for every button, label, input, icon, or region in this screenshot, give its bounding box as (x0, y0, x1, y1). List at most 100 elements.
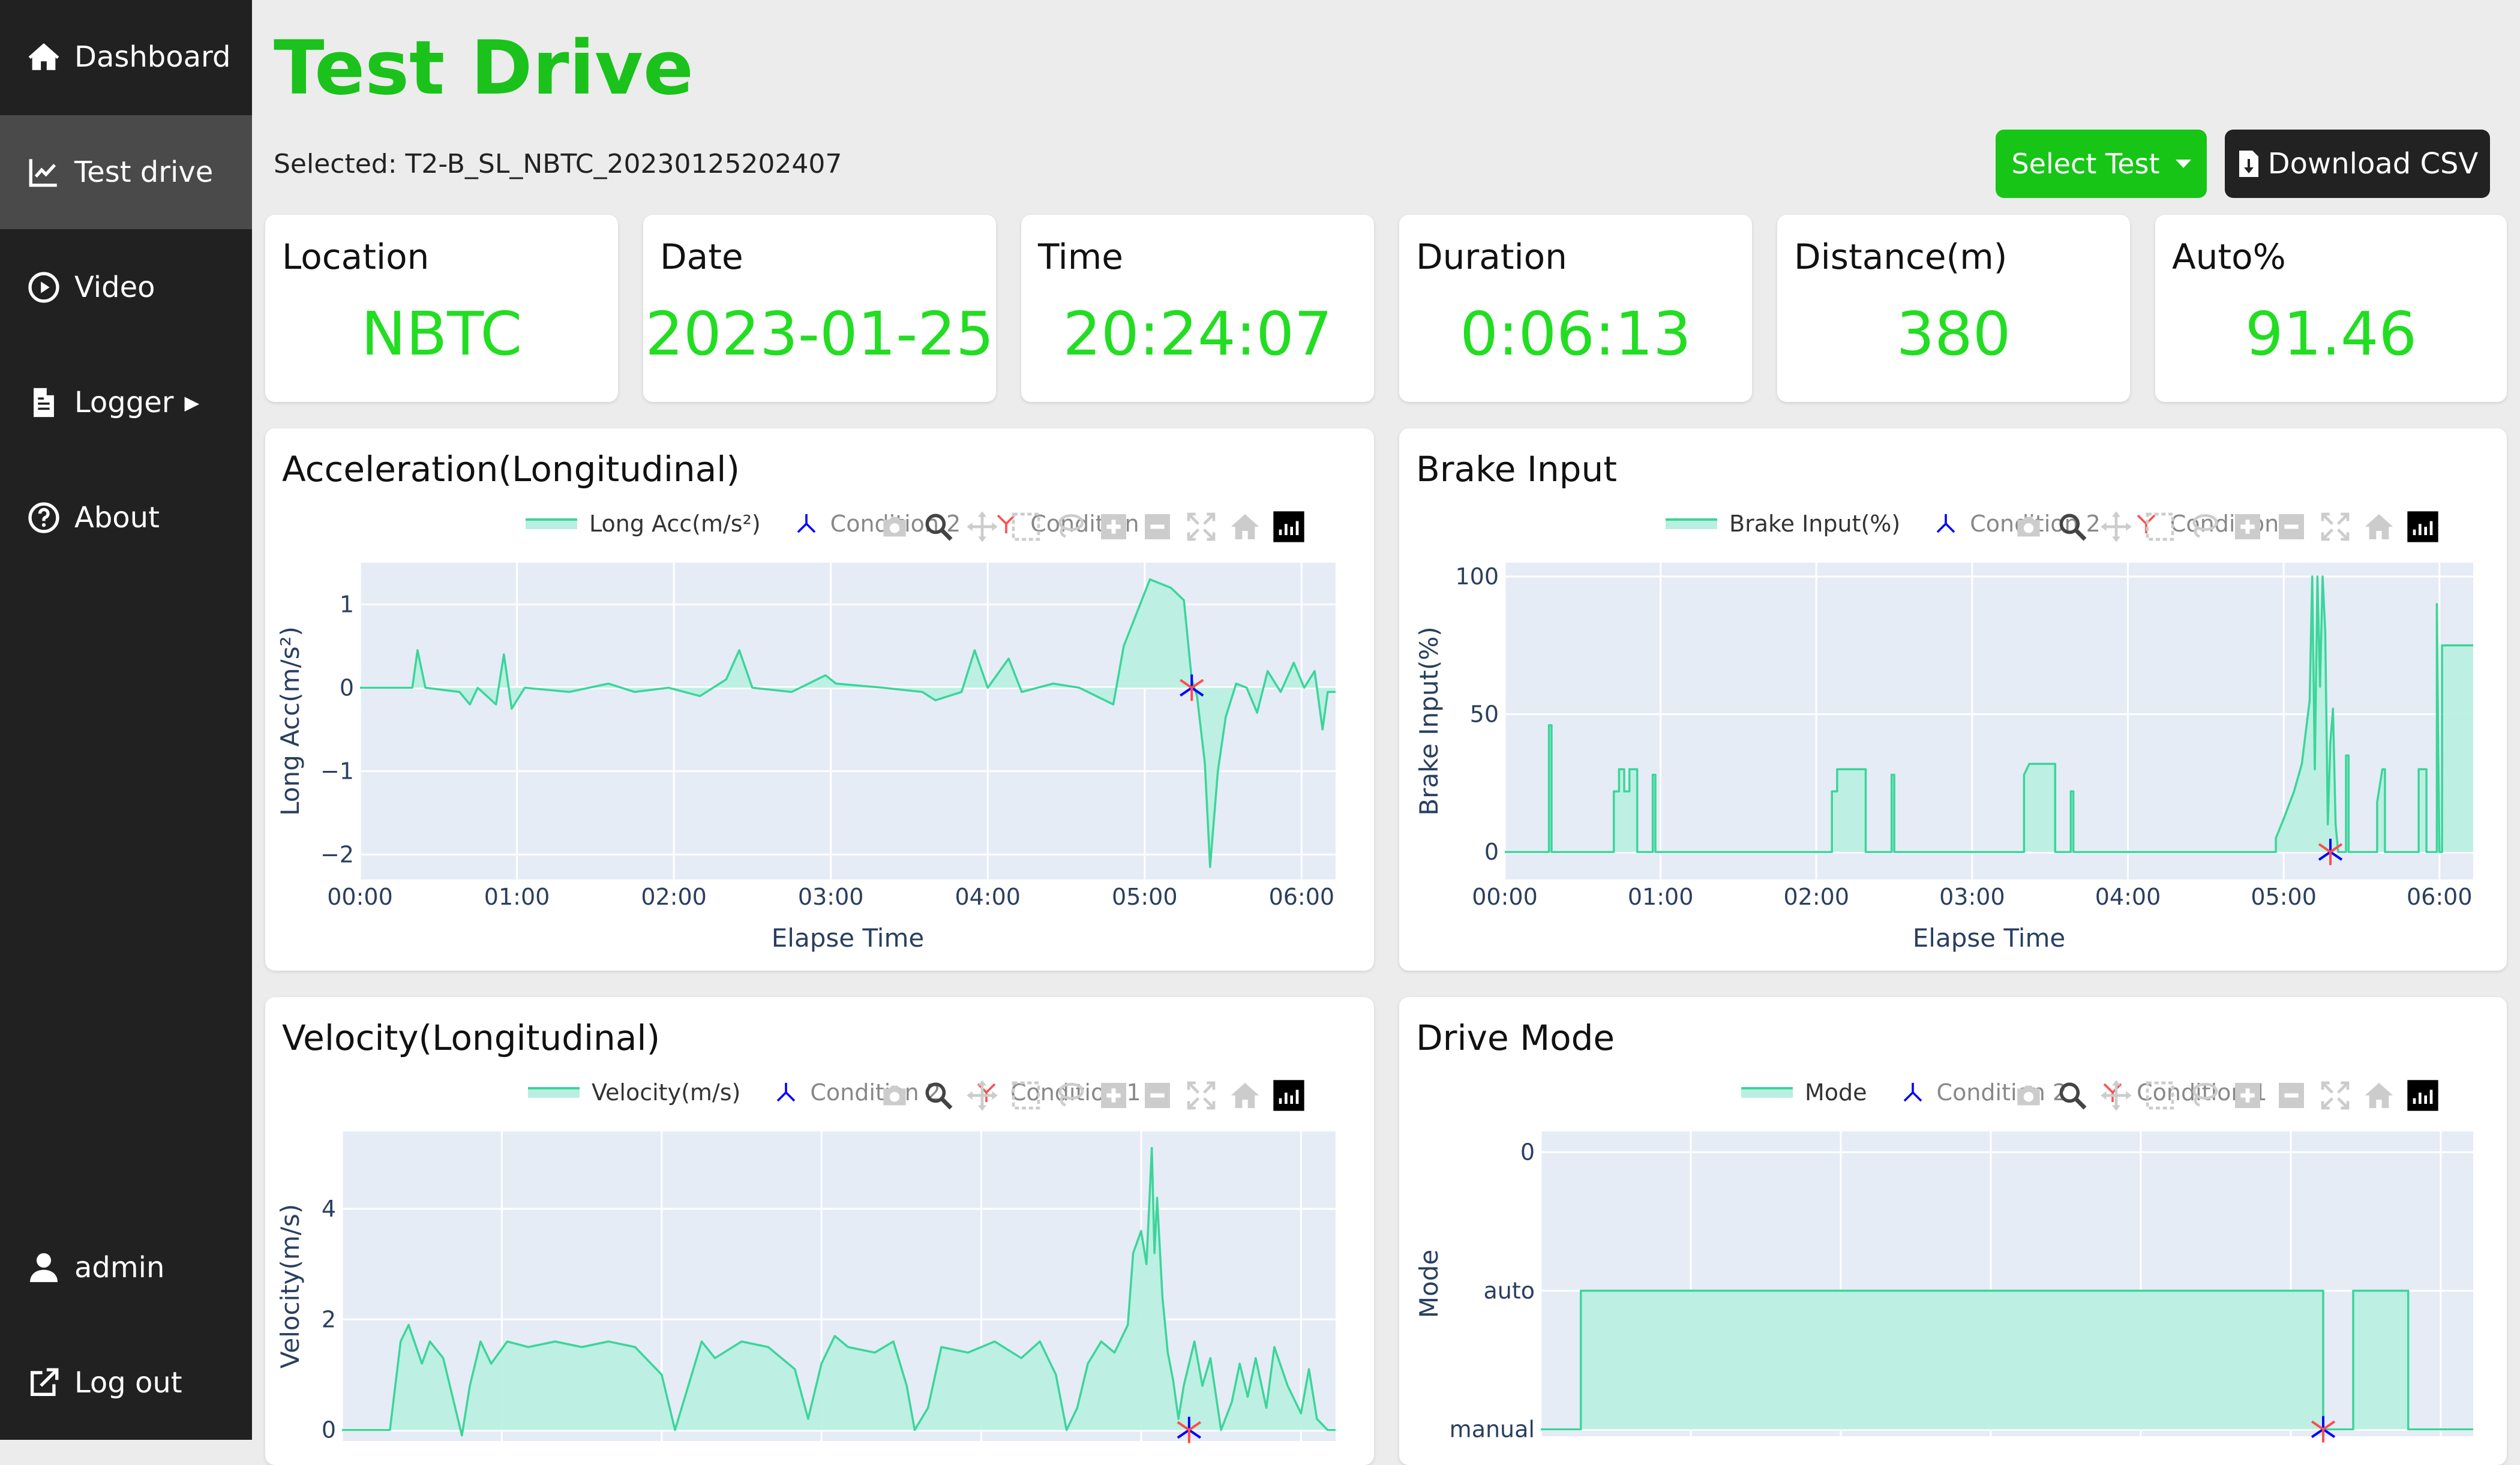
drive-mode-chart[interactable]: 0 auto manual Mode (1399, 997, 2507, 1465)
zoom-icon[interactable] (922, 510, 955, 544)
pan-icon[interactable] (965, 1079, 999, 1112)
legend-series-label: Velocity(m/s) (592, 1079, 741, 1106)
y-tick-label: −1 (320, 758, 354, 784)
stat-value: 2023-01-25 (645, 299, 994, 369)
pan-icon[interactable] (965, 510, 999, 544)
question-circle-icon (28, 502, 59, 533)
tri-down-marker-icon (797, 514, 815, 533)
zoom-in-icon[interactable] (2231, 1079, 2264, 1112)
sidebar-user[interactable]: admin (0, 1211, 252, 1325)
reset-axes-icon[interactable] (2362, 1079, 2396, 1112)
y-axis-title: Velocity(m/s) (275, 1204, 305, 1368)
file-download-icon (2239, 151, 2258, 177)
logout-button[interactable]: Log out (0, 1326, 252, 1440)
zoom-out-icon[interactable] (1141, 1079, 1174, 1112)
zoom-icon[interactable] (2056, 1079, 2089, 1112)
zoom-in-icon[interactable] (1097, 510, 1130, 544)
box-select-icon[interactable] (2143, 510, 2177, 544)
download-csv-button[interactable]: Download CSV (2225, 130, 2490, 198)
reset-axes-icon[interactable] (2362, 510, 2396, 544)
pan-icon[interactable] (2099, 1079, 2133, 1112)
camera-icon[interactable] (2012, 1079, 2045, 1112)
username-label: admin (74, 1251, 165, 1284)
camera-icon[interactable] (878, 510, 911, 544)
legend-swatch (1741, 1087, 1793, 1098)
chart-modebar (2002, 1079, 2440, 1112)
stat-card-time: Time 20:24:07 (1021, 215, 1374, 402)
lasso-select-icon[interactable] (1053, 1079, 1087, 1112)
plotly-logo-icon[interactable] (2406, 510, 2440, 544)
legend-swatch (526, 518, 577, 529)
reset-axes-icon[interactable] (1228, 1079, 1262, 1112)
sidebar-item-label: Test drive (74, 155, 214, 189)
sidebar-item-logger[interactable]: Logger ▶ (0, 346, 252, 460)
velocity-chart[interactable]: 4 2 0 Velocity(m/s) (265, 997, 1374, 1465)
sidebar-item-about[interactable]: About (0, 461, 252, 575)
x-tick-label: 05:00 (2251, 884, 2317, 910)
stat-card-location: Location NBTC (265, 215, 618, 402)
autoscale-icon[interactable] (1184, 510, 1218, 544)
x-tick-label: 01:00 (1628, 884, 1694, 910)
logout-icon (31, 1368, 59, 1396)
autoscale-icon[interactable] (2318, 510, 2352, 544)
chart-modebar (2002, 510, 2440, 544)
select-test-button[interactable]: Select Test (1996, 130, 2207, 198)
y-tick-label: 50 (1470, 701, 1499, 728)
legend-series-label: Brake Input(%) (1729, 511, 1901, 537)
sidebar-item-label: Dashboard (74, 40, 231, 74)
plotly-logo-icon[interactable] (1272, 1079, 1306, 1112)
camera-icon[interactable] (878, 1079, 911, 1112)
play-circle-icon (28, 272, 59, 303)
sidebar-item-test-drive[interactable]: Test drive (0, 115, 252, 229)
pan-icon[interactable] (2099, 510, 2133, 544)
plot-area (360, 563, 1336, 879)
lasso-select-icon[interactable] (1053, 510, 1087, 544)
y-tick-label: manual (1450, 1416, 1535, 1442)
caret-down-icon (2175, 160, 2191, 168)
zoom-icon[interactable] (2056, 510, 2089, 544)
chart-card-acceleration: Acceleration(Longitudinal) 1 0 −1 −2 00:00 01… (265, 428, 1374, 971)
box-select-icon[interactable] (2143, 1079, 2177, 1112)
download-csv-label: Download CSV (2267, 147, 2479, 181)
x-tick-label: 02:00 (1783, 884, 1849, 910)
home-icon (28, 43, 59, 70)
zoom-out-icon[interactable] (2275, 1079, 2308, 1112)
lasso-select-icon[interactable] (2187, 1079, 2221, 1112)
chart-modebar (868, 510, 1306, 544)
x-tick-label: 02:00 (641, 884, 707, 910)
plotly-logo-icon[interactable] (1272, 510, 1306, 544)
zoom-in-icon[interactable] (2231, 510, 2264, 544)
plotly-logo-icon[interactable] (2406, 1079, 2440, 1112)
tri-down-marker-icon (1936, 514, 1955, 533)
camera-icon[interactable] (2012, 510, 2045, 544)
legend-series-label: Long Acc(m/s²) (589, 511, 761, 537)
sidebar-item-dashboard[interactable]: Dashboard (0, 0, 252, 114)
autoscale-icon[interactable] (1184, 1079, 1218, 1112)
box-select-icon[interactable] (1009, 1079, 1043, 1112)
x-tick-label: 00:00 (1472, 884, 1538, 910)
zoom-out-icon[interactable] (1141, 510, 1174, 544)
y-tick-label: 0 (1484, 839, 1499, 865)
x-tick-label: 06:00 (1269, 884, 1335, 910)
chart-card-drive-mode: Drive Mode 0 auto manual Mode Mode Conditio… (1399, 997, 2507, 1465)
caret-right-icon: ▶ (184, 391, 200, 414)
zoom-out-icon[interactable] (2275, 510, 2308, 544)
autoscale-icon[interactable] (2318, 1079, 2352, 1112)
legend-swatch (1666, 518, 1717, 529)
y-axis-title: Mode (1414, 1250, 1444, 1318)
zoom-in-icon[interactable] (1097, 1079, 1130, 1112)
x-tick-label: 04:00 (2095, 884, 2161, 910)
legend-swatch (528, 1087, 580, 1098)
stat-title: Distance(m) (1794, 236, 2008, 277)
select-test-label: Select Test (2011, 148, 2160, 180)
box-select-icon[interactable] (1009, 510, 1043, 544)
x-tick-label: 03:00 (1939, 884, 2005, 910)
zoom-icon[interactable] (922, 1079, 955, 1112)
chart-card-velocity: Velocity(Longitudinal) 4 2 0 Velocity(m/s) … (265, 997, 1374, 1465)
reset-axes-icon[interactable] (1228, 510, 1262, 544)
y-tick-label: 4 (322, 1196, 336, 1222)
sidebar-item-label: Logger (74, 386, 174, 419)
x-axis-title: Elapse Time (772, 923, 924, 953)
sidebar-item-video[interactable]: Video (0, 230, 252, 344)
lasso-select-icon[interactable] (2187, 510, 2221, 544)
